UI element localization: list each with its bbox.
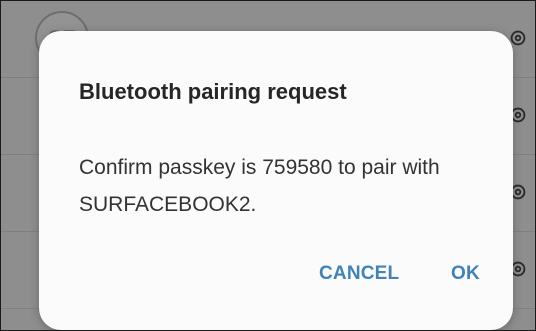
dialog-message: Confirm passkey is 759580 to pair with S…	[79, 156, 440, 216]
ok-button[interactable]: OK	[443, 257, 488, 291]
device-screen: CE Bluetooth pairing request Confirm pas…	[0, 0, 536, 331]
dialog-title: Bluetooth pairing request	[79, 79, 347, 104]
bluetooth-pairing-dialog: Bluetooth pairing request Confirm passke…	[39, 31, 513, 330]
cancel-button[interactable]: CANCEL	[311, 257, 407, 291]
